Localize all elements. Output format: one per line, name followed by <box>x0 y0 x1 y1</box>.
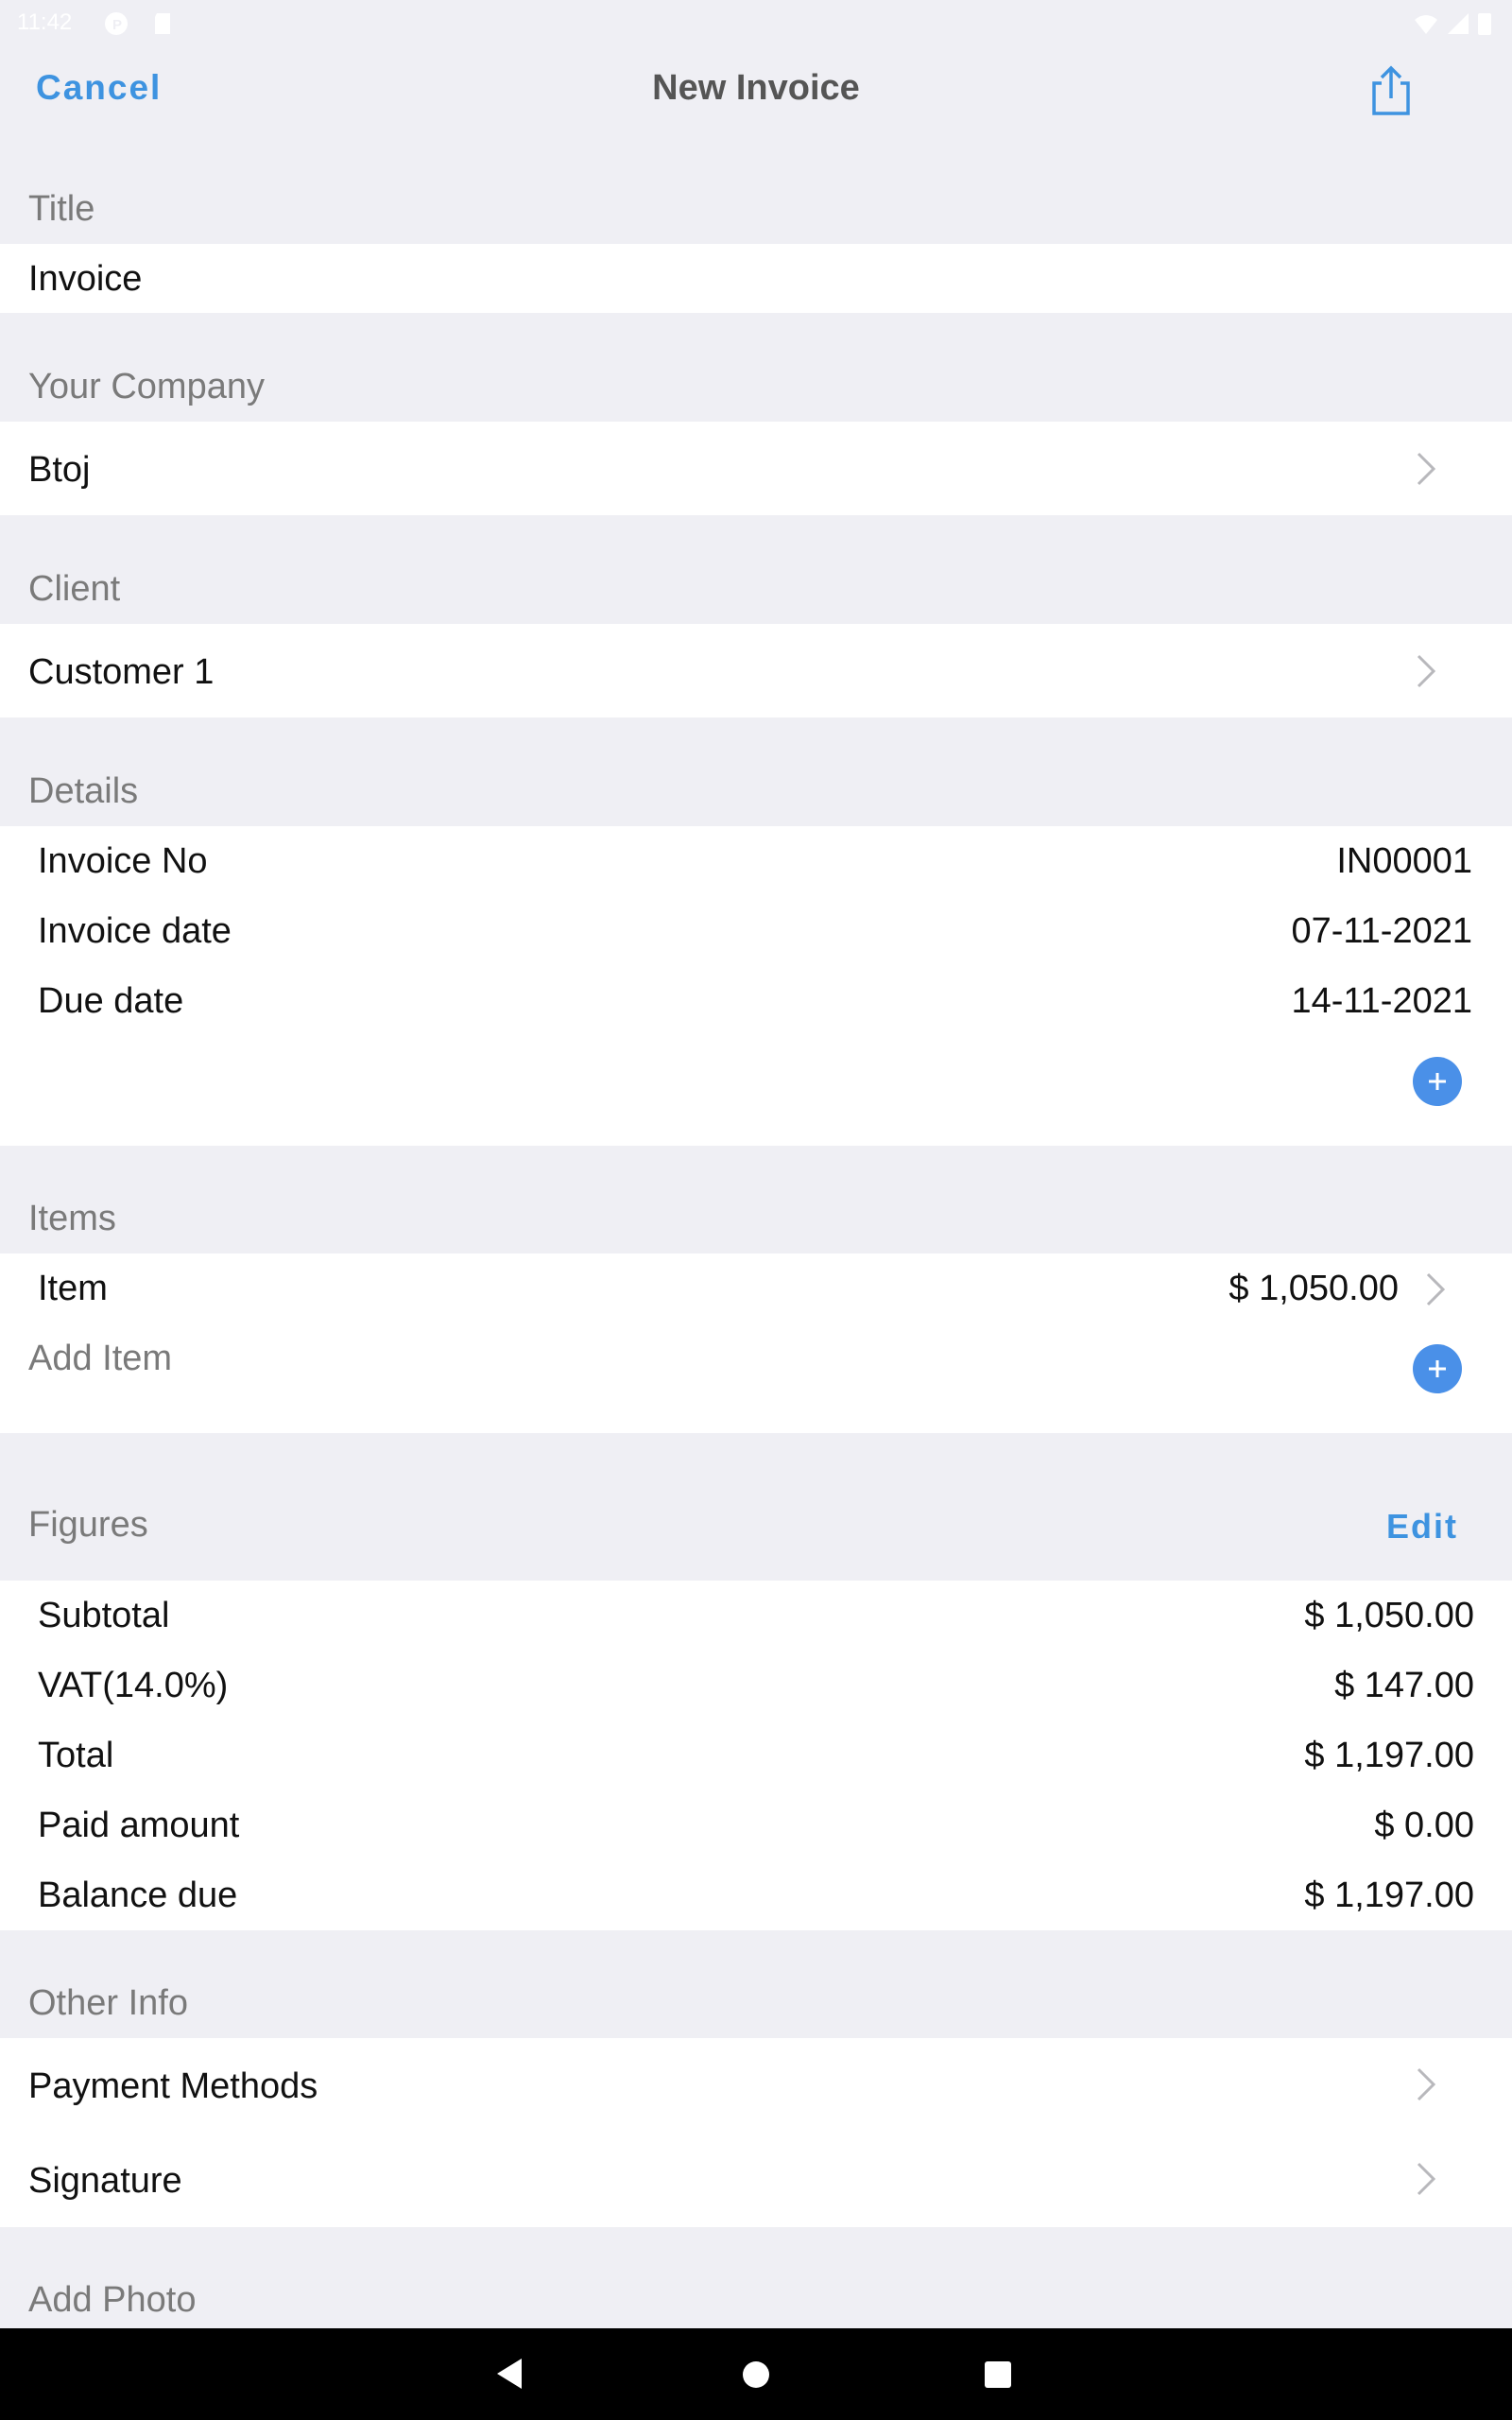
recents-icon[interactable] <box>983 2360 1013 2390</box>
section-header-client: Client <box>28 569 121 609</box>
svg-text:P: P <box>112 17 122 33</box>
detail-row-invoice-no[interactable]: Invoice No IN00001 <box>0 826 1512 896</box>
payment-methods-row[interactable]: Payment Methods <box>0 2038 1512 2133</box>
chevron-right-icon <box>1417 452 1436 486</box>
figure-value: $ 0.00 <box>1374 1806 1474 1845</box>
page-title: New Invoice <box>652 68 860 108</box>
plus-icon <box>1429 1073 1446 1090</box>
figure-row-vat: VAT(14.0%) $ 147.00 <box>0 1651 1512 1720</box>
other-info-card: Payment Methods Signature <box>0 2038 1512 2227</box>
figure-row-subtotal: Subtotal $ 1,050.00 <box>0 1581 1512 1651</box>
signature-row[interactable]: Signature <box>0 2133 1512 2227</box>
battery-icon <box>1478 13 1491 35</box>
section-header-details: Details <box>28 771 139 811</box>
status-time: 11:42 <box>17 9 73 35</box>
back-icon[interactable] <box>495 2357 525 2391</box>
figure-row-total: Total $ 1,197.00 <box>0 1720 1512 1790</box>
company-value: Btoj <box>28 450 91 490</box>
chevron-right-icon <box>1426 1272 1446 1306</box>
figure-row-paid: Paid amount $ 0.00 <box>0 1790 1512 1860</box>
section-header-title: Title <box>28 189 95 229</box>
figure-label: Paid amount <box>38 1806 240 1845</box>
system-navigation-bar <box>0 2328 1512 2420</box>
section-header-figures: Figures <box>28 1505 148 1545</box>
detail-row-invoice-date[interactable]: Invoice date 07-11-2021 <box>0 896 1512 966</box>
figure-label: Balance due <box>38 1876 238 1915</box>
company-row[interactable]: Btoj <box>0 422 1512 515</box>
detail-label: Due date <box>38 981 184 1021</box>
section-header-items: Items <box>28 1199 116 1238</box>
chevron-right-icon <box>1417 2162 1436 2196</box>
details-card: Invoice No IN00001 Invoice date 07-11-20… <box>0 826 1512 1146</box>
add-detail-button[interactable] <box>1413 1057 1462 1106</box>
add-item-label[interactable]: Add Item <box>28 1339 172 1379</box>
cancel-button[interactable]: Cancel <box>36 68 162 108</box>
client-row[interactable]: Customer 1 <box>0 624 1512 717</box>
edit-figures-button[interactable]: Edit <box>1386 1507 1458 1547</box>
figure-value: $ 1,197.00 <box>1304 1736 1474 1775</box>
detail-label: Invoice No <box>38 841 208 881</box>
detail-row-due-date[interactable]: Due date 14-11-2021 <box>0 966 1512 1036</box>
item-label: Item <box>38 1269 108 1308</box>
detail-label: Invoice date <box>38 911 232 951</box>
items-card: Item $ 1,050.00 Add Item <box>0 1253 1512 1433</box>
figure-label: VAT(14.0%) <box>38 1666 229 1705</box>
add-item-button[interactable] <box>1413 1344 1462 1393</box>
status-bar: 11:42 P <box>0 0 1512 47</box>
section-header-company: Your Company <box>28 367 265 406</box>
figure-value: $ 147.00 <box>1334 1666 1474 1705</box>
plus-icon <box>1429 1360 1446 1377</box>
title-field[interactable]: Invoice <box>0 244 1512 313</box>
client-value: Customer 1 <box>28 652 215 692</box>
detail-value: IN00001 <box>1336 841 1472 881</box>
share-icon[interactable] <box>1368 64 1414 117</box>
figures-card: Subtotal $ 1,050.00 VAT(14.0%) $ 147.00 … <box>0 1581 1512 1930</box>
wifi-icon <box>1415 15 1437 34</box>
section-header-other-info: Other Info <box>28 1983 188 2023</box>
chevron-right-icon <box>1417 2067 1436 2101</box>
figure-label: Total <box>38 1736 114 1775</box>
figure-value: $ 1,197.00 <box>1304 1876 1474 1915</box>
chevron-right-icon <box>1417 654 1436 688</box>
signal-icon <box>1448 13 1469 34</box>
item-amount: $ 1,050.00 <box>1228 1269 1399 1308</box>
home-icon[interactable] <box>741 2360 771 2390</box>
item-row[interactable]: Item $ 1,050.00 <box>0 1253 1512 1327</box>
figure-label: Subtotal <box>38 1596 170 1635</box>
app-icon: P <box>105 12 128 35</box>
detail-value: 14-11-2021 <box>1291 981 1472 1021</box>
signature-label: Signature <box>28 2161 182 2201</box>
figure-value: $ 1,050.00 <box>1304 1596 1474 1635</box>
title-value: Invoice <box>28 259 143 299</box>
sd-card-icon <box>155 13 170 34</box>
payment-methods-label: Payment Methods <box>28 2066 318 2106</box>
section-header-add-photo[interactable]: Add Photo <box>28 2280 196 2321</box>
detail-value: 07-11-2021 <box>1291 911 1472 951</box>
figure-row-balance: Balance due $ 1,197.00 <box>0 1860 1512 1930</box>
